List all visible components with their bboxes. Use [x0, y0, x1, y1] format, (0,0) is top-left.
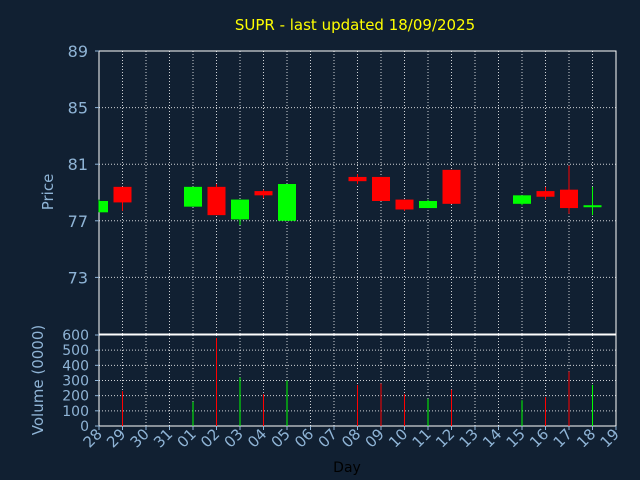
candle-body — [348, 176, 367, 182]
x-tick-label: 06 — [291, 425, 317, 451]
x-tick-label: 05 — [268, 425, 294, 451]
price-tick-label: 89 — [68, 42, 88, 61]
candle-body — [207, 186, 226, 216]
candle-body — [395, 199, 414, 210]
candle-16 — [536, 186, 555, 200]
candle-10 — [395, 199, 414, 211]
candle-29 — [113, 186, 132, 211]
x-tick-label: 14 — [479, 425, 505, 451]
volume-axis-label: Volume (0000) — [29, 325, 47, 435]
volume-tick-label: 600 — [62, 328, 89, 344]
volume-tick-label: 200 — [62, 389, 89, 405]
x-tick-label: 30 — [127, 425, 153, 451]
volume-tick-label: 300 — [62, 374, 89, 390]
candle-17 — [560, 165, 578, 214]
candle-15 — [513, 195, 531, 206]
candle-04 — [254, 189, 273, 199]
candle-body — [513, 195, 531, 204]
candle-01 — [184, 186, 202, 207]
price-tick-label: 77 — [68, 212, 88, 231]
chart-title: SUPR - last updated 18/09/2025 — [235, 16, 475, 34]
price-tick-label: 73 — [68, 268, 88, 287]
x-tick-label: 16 — [526, 425, 552, 451]
candle-body — [254, 191, 273, 196]
x-tick-label: 29 — [103, 425, 129, 451]
candle-18 — [583, 186, 602, 216]
x-tick-label: 04 — [244, 425, 270, 451]
x-tick-label: 15 — [503, 425, 529, 451]
x-tick-label: 09 — [362, 425, 388, 451]
price-tick-label: 81 — [68, 155, 88, 174]
x-tick-label: 02 — [197, 425, 223, 451]
candle-body — [536, 191, 555, 197]
x-tick-label: 13 — [456, 425, 482, 451]
x-tick-label: 17 — [550, 425, 576, 451]
x-tick-label: 31 — [150, 425, 176, 451]
candle-05 — [278, 184, 296, 221]
price-panel: 89 85 81 77 73 — [68, 42, 617, 335]
stock-chart: SUPR - last updated 18/09/2025 Price Vol… — [29, 16, 623, 476]
candle-28 — [98, 199, 108, 213]
volume-tick-label: 100 — [62, 404, 89, 420]
price-axis-label: Price — [39, 174, 57, 211]
candle-12 — [442, 169, 461, 204]
x-tick-label: 07 — [315, 425, 341, 451]
candle-body — [113, 186, 132, 203]
candle-body — [372, 176, 390, 201]
price-tick-label: 85 — [68, 99, 88, 118]
candle-08 — [348, 174, 367, 185]
x-tick-label: 18 — [573, 425, 599, 451]
candle-11 — [419, 199, 437, 209]
candle-body — [560, 189, 578, 209]
candle-09 — [372, 176, 390, 201]
candle-body — [184, 186, 202, 207]
volume-panel: 6005004003002001000 — [62, 328, 617, 435]
candle-body — [278, 184, 296, 221]
x-tick-label: 19 — [597, 425, 623, 451]
candle-body — [583, 205, 602, 208]
x-axis-ticks: 2829303101020304050607080910111213141516… — [80, 425, 623, 451]
x-tick-label: 12 — [432, 425, 458, 451]
x-tick-label: 08 — [338, 425, 364, 451]
volume-tick-label: 400 — [62, 358, 89, 374]
x-tick-label: 03 — [221, 425, 247, 451]
candle-body — [419, 200, 437, 209]
x-tick-label: 10 — [385, 425, 411, 451]
candle-02 — [207, 184, 226, 216]
x-tick-label: 11 — [409, 425, 435, 451]
x-axis-label: Day — [333, 460, 361, 476]
candle-body — [231, 199, 249, 220]
candle-body — [442, 169, 461, 204]
volume-tick-label: 500 — [62, 343, 89, 359]
candle-body — [99, 200, 108, 213]
x-tick-label: 01 — [174, 425, 200, 451]
